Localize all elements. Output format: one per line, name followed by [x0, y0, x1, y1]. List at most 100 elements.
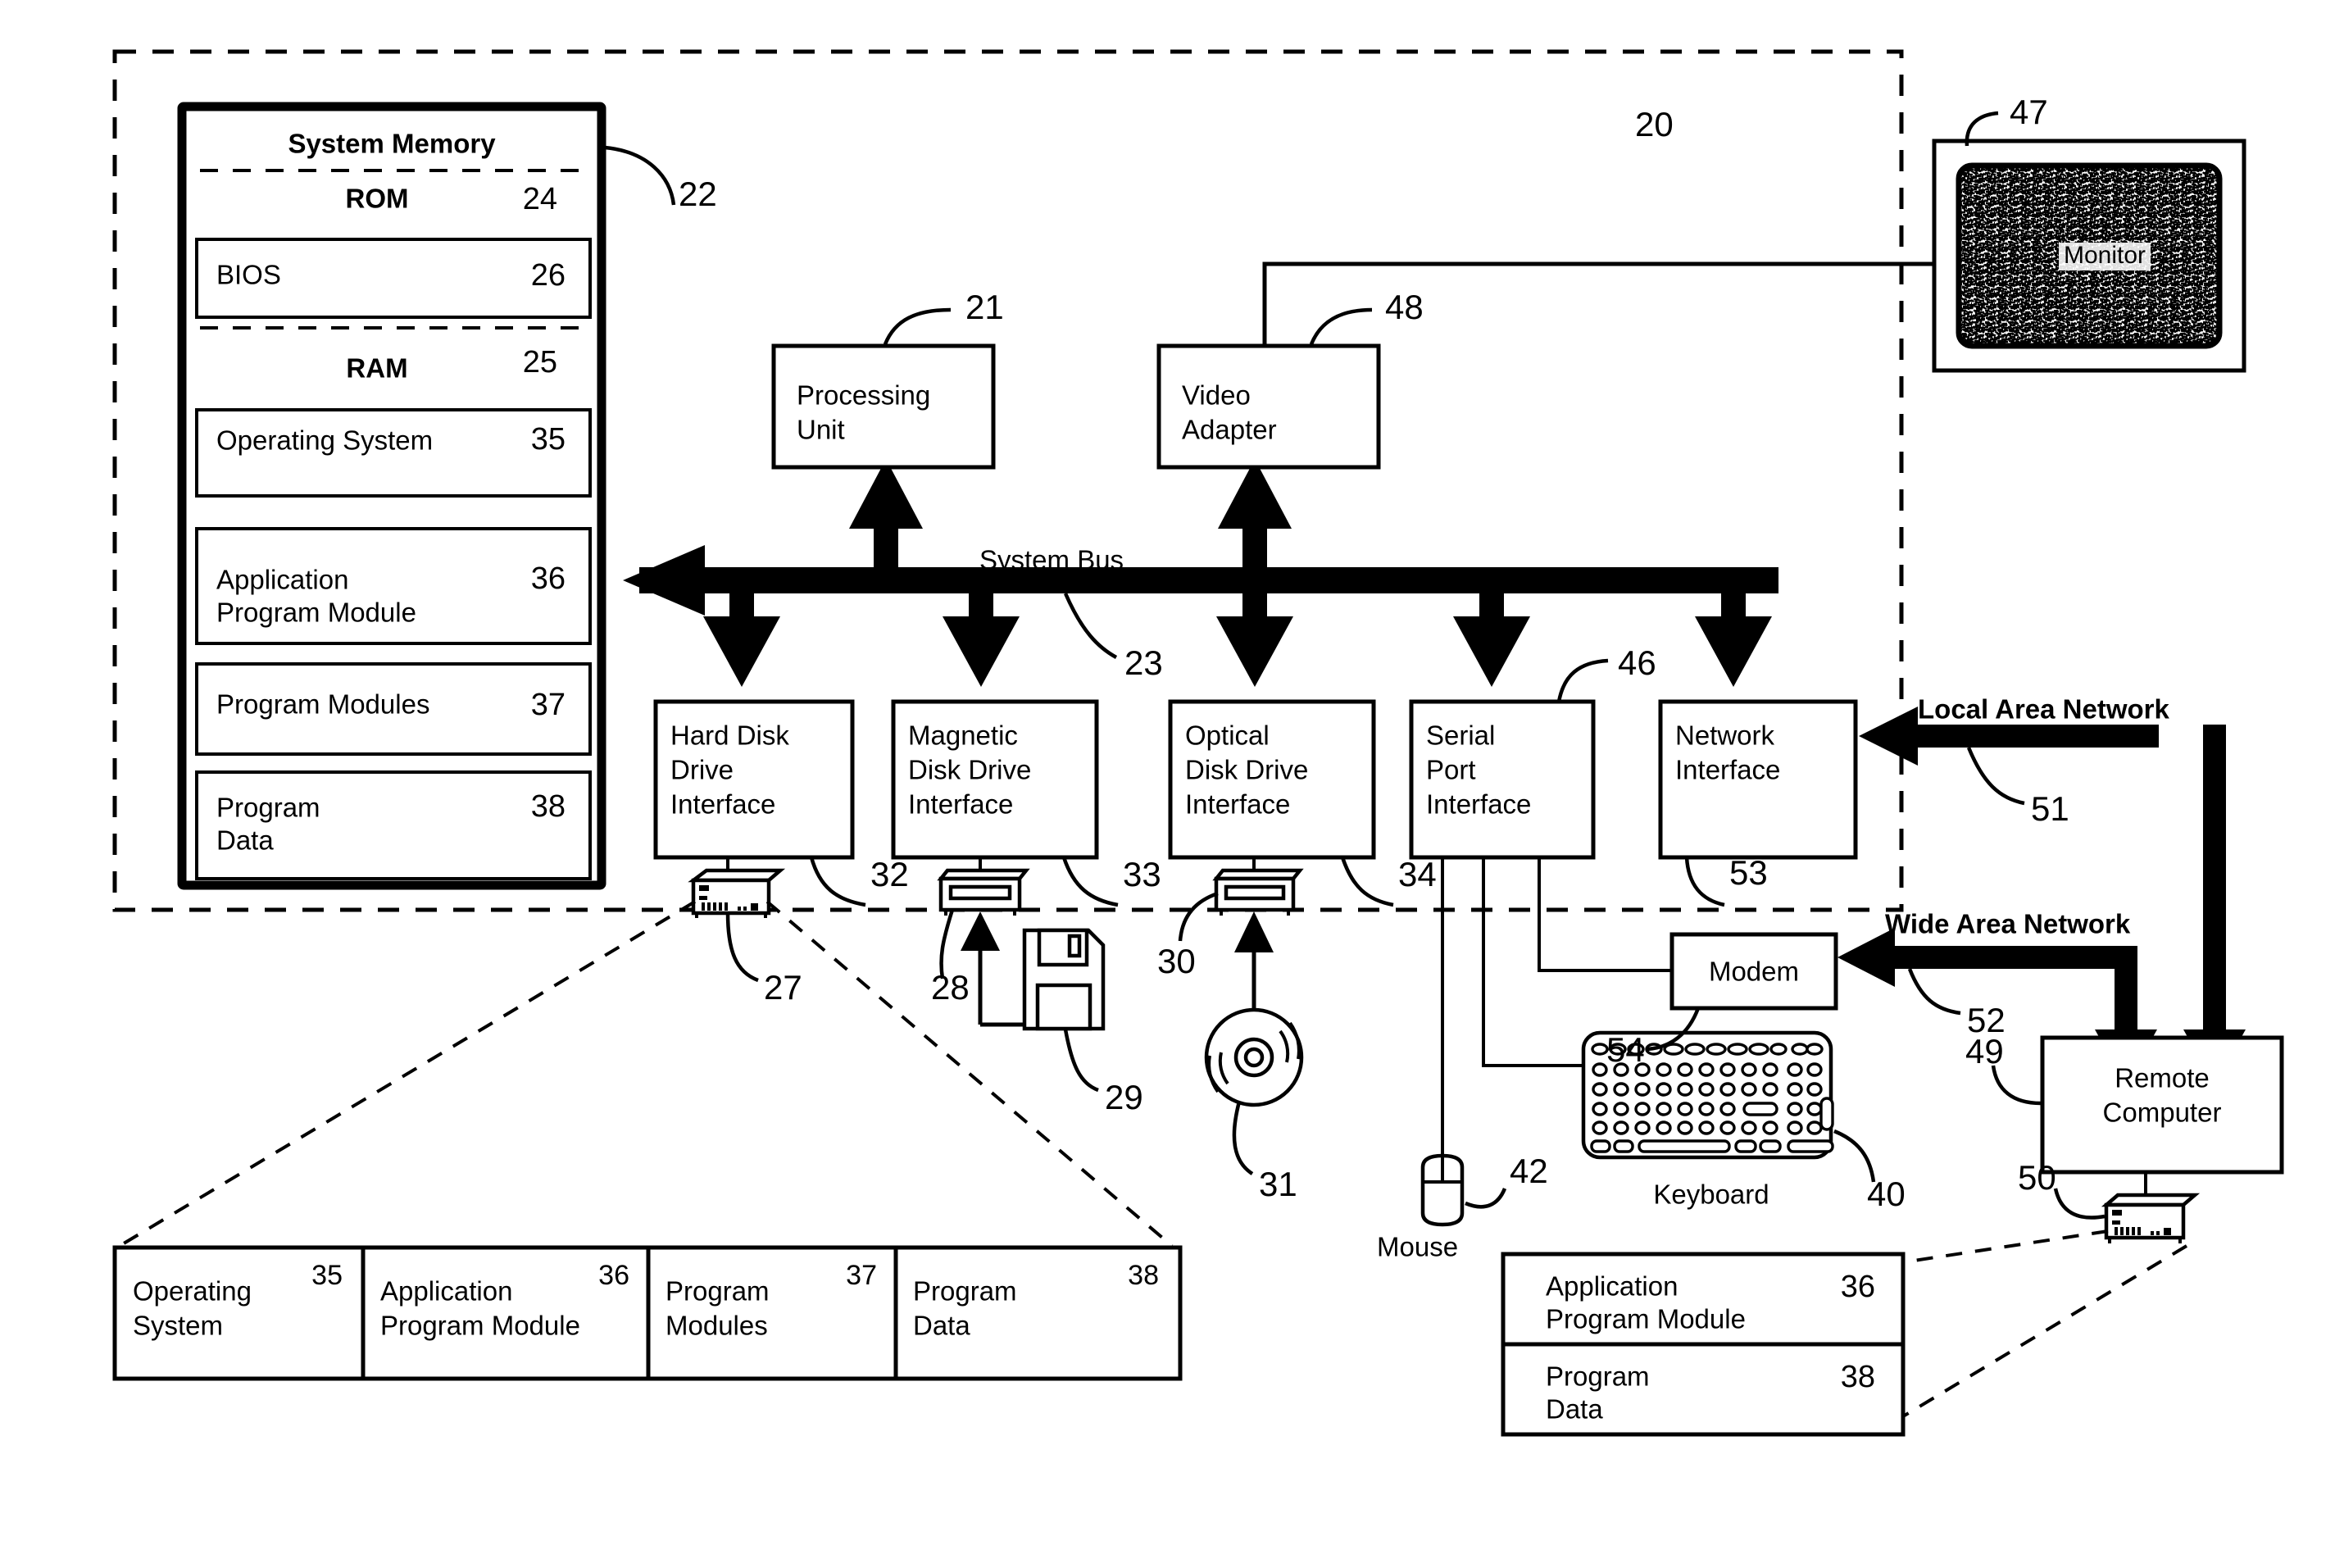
mouse-icon	[1420, 1153, 1465, 1227]
leader-22	[604, 145, 676, 206]
serial-to-keyboard-wire	[1482, 857, 1583, 1067]
remote-detail-0-ref: 36	[1841, 1270, 1875, 1304]
odd-if-line-0: Optical	[1185, 720, 1270, 751]
serial-if-line-0: Serial	[1426, 720, 1495, 751]
processing-unit-line-0: Processing	[797, 380, 930, 411]
cd-to-drive-arrow	[1234, 911, 1274, 952]
floppy-disk-icon	[1022, 928, 1106, 1031]
remote-detail-1-ref: 38	[1841, 1360, 1875, 1394]
ram-label: RAM	[346, 353, 407, 384]
ram-item-3-line-0: Program	[216, 793, 320, 823]
net-if-line-1: Interface	[1675, 755, 1780, 785]
leader-33	[1061, 857, 1119, 907]
system-bus-left-arrow	[623, 545, 705, 616]
ref-50: 50	[2018, 1158, 2056, 1197]
leader-34	[1340, 857, 1394, 907]
ram-item-0-ref: 35	[531, 422, 566, 457]
leader-29	[1063, 1029, 1099, 1093]
ref-49: 49	[1965, 1032, 2004, 1070]
modem-label: Modem	[1709, 957, 1799, 987]
mouse-label: Mouse	[1377, 1232, 1458, 1262]
leader-49	[1991, 1065, 2042, 1106]
ram-item-3-ref: 38	[531, 789, 566, 824]
local-storage-expansion-left	[118, 900, 697, 1248]
leader-21	[883, 307, 952, 345]
hdd-if-line-2: Interface	[670, 789, 775, 820]
keyboard-label: Keyboard	[1653, 1179, 1769, 1210]
ref-31: 31	[1259, 1165, 1297, 1203]
system-memory-title: System Memory	[288, 129, 496, 159]
remote-computer-line-0: Remote	[2115, 1063, 2210, 1093]
ref-51: 51	[2031, 789, 2069, 828]
local-detail-2-line-0: Program	[665, 1276, 770, 1307]
leader-27	[725, 912, 759, 983]
leader-48	[1309, 307, 1373, 345]
leader-31	[1232, 1101, 1254, 1175]
local-detail-1-ref: 36	[598, 1260, 629, 1291]
leader-32	[809, 857, 866, 907]
remote-storage-expansion-top	[1902, 1229, 2109, 1264]
rom-label: ROM	[346, 184, 409, 214]
ref-54: 54	[1606, 1030, 1645, 1069]
bus-arrow-processing-unit	[849, 459, 923, 529]
local-detail-0-line-1: System	[133, 1311, 223, 1341]
patent-figure-diagram: 20 System Memory 22 ROM 24 BIOS 26 RAM 2…	[0, 0, 2344, 1568]
magnetic-disk-drive-icon	[937, 868, 1030, 916]
ref-33: 33	[1123, 855, 1161, 893]
remote-detail-0-line-1: Program Module	[1546, 1304, 1746, 1334]
leader-46	[1556, 658, 1609, 702]
ram-item-3-line-1: Data	[216, 825, 274, 856]
ram-item-0-line-0: Operating System	[216, 425, 433, 456]
leader-53	[1684, 857, 1725, 907]
ref-32: 32	[870, 855, 909, 893]
local-area-network-label: Local Area Network	[1918, 694, 2170, 725]
optical-disk-icon	[1204, 1007, 1304, 1107]
bios-ref: 26	[531, 258, 566, 293]
local-storage-detail-table	[112, 1245, 1183, 1381]
remote-detail-1-line-0: Program	[1546, 1361, 1650, 1392]
mdd-if-line-1: Disk Drive	[908, 755, 1031, 785]
remote-detail-1-line-1: Data	[1546, 1394, 1603, 1425]
hdd-if-line-0: Hard Disk	[670, 720, 789, 751]
hard-disk-drive-icon	[688, 868, 786, 918]
ram-item-1-line-1: Program Module	[216, 598, 416, 628]
ref-20: 20	[1635, 105, 1674, 143]
odd-if-line-1: Disk Drive	[1185, 755, 1308, 785]
wide-area-network-label: Wide Area Network	[1885, 909, 2131, 939]
bus-arrow-mdd	[943, 616, 1020, 687]
ref-29: 29	[1105, 1078, 1143, 1116]
ref-30: 30	[1157, 942, 1196, 980]
local-detail-0-ref: 35	[311, 1260, 343, 1291]
remote-storage-expansion-bottom	[1901, 1244, 2188, 1418]
leader-30	[1178, 891, 1219, 942]
ram-ref: 25	[523, 345, 557, 380]
ref-34: 34	[1398, 855, 1437, 893]
bios-label: BIOS	[216, 260, 281, 290]
ref-27: 27	[764, 968, 802, 1007]
ref-48: 48	[1385, 288, 1424, 326]
local-detail-2-line-1: Modules	[665, 1311, 768, 1341]
ref-23: 23	[1124, 643, 1163, 682]
ref-53: 53	[1729, 853, 1768, 892]
leader-51	[1966, 747, 2025, 806]
mdd-if-line-0: Magnetic	[908, 720, 1018, 751]
bus-arrow-video-adapter	[1218, 459, 1292, 529]
serial-if-line-2: Interface	[1426, 789, 1531, 820]
ram-item-1-ref: 36	[531, 561, 566, 596]
mdd-if-line-2: Interface	[908, 789, 1013, 820]
remote-computer-line-1: Computer	[2103, 1098, 2222, 1128]
net-if-line-0: Network	[1675, 720, 1775, 751]
ram-item-2-ref: 37	[531, 688, 566, 722]
hdd-if-line-1: Drive	[670, 755, 734, 785]
floppy-to-drive-arrow	[961, 911, 1000, 951]
ref-47: 47	[2010, 93, 2048, 131]
local-detail-3-line-1: Data	[913, 1311, 970, 1341]
odd-if-line-2: Interface	[1185, 789, 1290, 820]
local-storage-expansion-right	[765, 900, 1174, 1248]
leader-23	[1063, 593, 1118, 659]
ref-22-value: 22	[679, 175, 717, 213]
bus-arrow-network	[1695, 616, 1772, 687]
local-detail-2-ref: 37	[846, 1260, 877, 1291]
bus-arrow-serial	[1453, 616, 1530, 687]
remote-hard-disk-icon	[2101, 1193, 2201, 1243]
